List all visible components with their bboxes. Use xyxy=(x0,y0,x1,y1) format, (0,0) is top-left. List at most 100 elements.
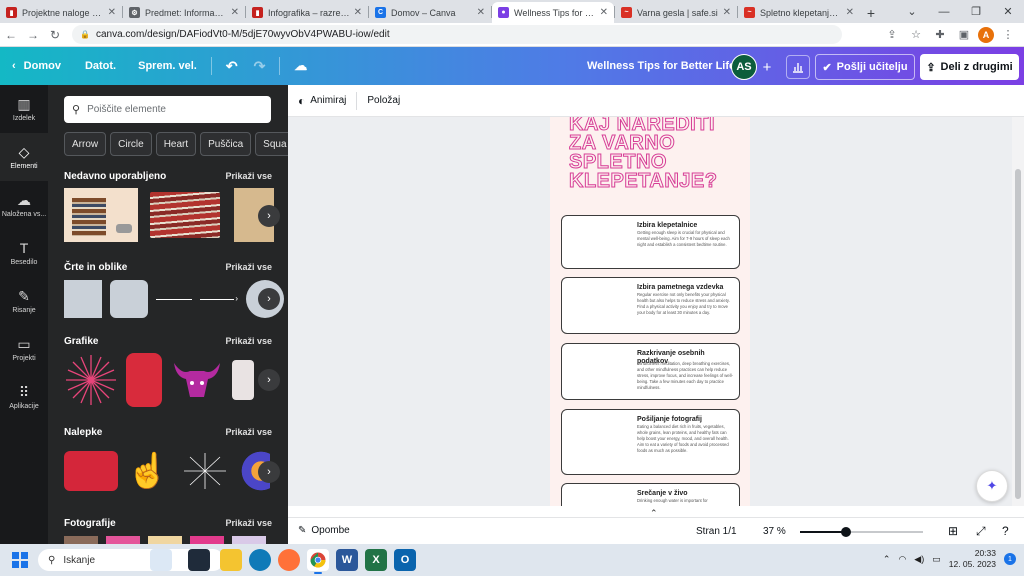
browser-tab[interactable]: C Domov – Canva ✕ xyxy=(369,2,491,23)
maximize-button[interactable]: ❐ xyxy=(960,0,992,23)
side-panel-icon[interactable]: ▣ xyxy=(954,25,974,45)
send-to-teacher-button[interactable]: ✔ Pošlji učitelju xyxy=(815,54,915,80)
suggestion-chip[interactable]: Heart xyxy=(155,132,197,156)
tab-close-icon[interactable]: ✕ xyxy=(723,7,731,18)
file-explorer-icon[interactable] xyxy=(220,549,242,571)
design-title[interactable]: KAJ NAREDITI ZA VARNO SPLETNO KLEPETANJE… xyxy=(569,117,739,192)
soda-can-graphic[interactable] xyxy=(126,353,162,407)
battery-icon[interactable]: ▭ xyxy=(932,554,941,565)
rail-item[interactable]: ◇ Elementi xyxy=(0,133,48,181)
close-window-button[interactable]: ✕ xyxy=(992,0,1024,23)
browser-tab[interactable]: ▮ Infografika – razrednik ✕ xyxy=(246,2,368,23)
volume-icon[interactable]: ◀) xyxy=(914,554,924,565)
books-photo-thumb[interactable] xyxy=(64,188,138,242)
tab-search-icon[interactable]: ⌄ xyxy=(896,0,928,23)
widget-app-icon[interactable] xyxy=(150,549,172,571)
rail-item[interactable]: T Besedilo xyxy=(0,229,48,277)
tip-card[interactable]: Izbira klepetalnice Getting enough sleep … xyxy=(561,215,740,269)
magic-assistant-button[interactable]: ✦ xyxy=(976,470,1008,502)
rounded-square-shape[interactable] xyxy=(110,280,148,318)
home-button[interactable]: ‹ Domov xyxy=(0,47,69,85)
photo-thumb[interactable] xyxy=(64,536,98,544)
collaborator-avatar[interactable]: AS xyxy=(731,54,757,80)
see-all-photos[interactable]: Prikaži vse xyxy=(225,518,272,528)
see-all-shapes[interactable]: Prikaži vse xyxy=(225,262,272,272)
valentines-sticker[interactable] xyxy=(64,451,118,491)
burst-graphic[interactable] xyxy=(64,353,118,407)
firefox-icon[interactable] xyxy=(278,549,300,571)
see-all-stickers[interactable]: Prikaži vse xyxy=(225,427,272,437)
arrow-line-shape[interactable]: › xyxy=(200,294,238,304)
chevron-right-icon[interactable]: › xyxy=(258,288,280,310)
book-stack-thumb[interactable] xyxy=(146,188,226,242)
see-all-recent[interactable]: Prikaži vse xyxy=(225,171,272,181)
extensions-icon[interactable]: ✚ xyxy=(930,25,950,45)
tip-card[interactable]: Razkrivanje osebnih podatkov Mindfulness … xyxy=(561,343,740,400)
photo-thumb[interactable] xyxy=(106,536,140,544)
insights-button[interactable] xyxy=(786,55,810,79)
search-input[interactable]: ⚲ Poiščite elemente xyxy=(64,96,271,123)
rail-item[interactable]: ▭ Projekti xyxy=(0,325,48,373)
zoom-slider[interactable] xyxy=(800,527,923,537)
file-menu-button[interactable]: Datot. xyxy=(77,47,124,85)
suggestion-chip[interactable]: Squa xyxy=(255,132,288,156)
minimize-button[interactable]: — xyxy=(928,0,960,23)
excel-icon[interactable]: X xyxy=(365,549,387,571)
zoom-level[interactable]: 37 % xyxy=(763,526,786,537)
resize-button[interactable]: Sprem. vel. xyxy=(130,47,205,85)
browser-tab[interactable]: ~ Spletno klepetanje | s ✕ xyxy=(738,2,860,23)
browser-tab[interactable]: ⚙ Predmet: Informacijsk ✕ xyxy=(123,2,245,23)
reload-icon[interactable]: ↻ xyxy=(44,24,66,46)
bookmark-star-icon[interactable]: ☆ xyxy=(906,25,926,45)
chevron-right-icon[interactable]: › xyxy=(258,461,280,483)
canvas-scrollbar[interactable] xyxy=(1012,117,1024,506)
undo-button[interactable]: ↶ xyxy=(218,47,246,85)
url-field[interactable]: 🔒 canva.com/design/DAFiodVt0-M/5djE70wyv… xyxy=(72,25,842,44)
chevron-right-icon[interactable]: › xyxy=(258,205,280,227)
chevron-up-icon[interactable]: ⌃ xyxy=(883,554,891,565)
tab-close-icon[interactable]: ✕ xyxy=(108,7,116,18)
browser-menu-icon[interactable]: ⋮ xyxy=(998,25,1018,45)
bull-head-graphic[interactable] xyxy=(170,353,224,407)
help-icon[interactable]: ? xyxy=(1002,524,1009,538)
rail-item[interactable]: ▥ Izdelek xyxy=(0,85,48,133)
photo-thumb[interactable] xyxy=(190,536,224,544)
suggestion-chip[interactable]: Arrow xyxy=(64,132,107,156)
document-title[interactable]: Wellness Tips for Better Life xyxy=(587,47,735,85)
browser-tab[interactable]: ● Wellness Tips for Bette ✕ xyxy=(492,2,614,23)
share-button[interactable]: ⇪ Deli z drugimi xyxy=(920,54,1019,80)
design-page[interactable]: KAJ NAREDITI ZA VARNO SPLETNO KLEPETANJE… xyxy=(550,117,750,506)
forward-icon[interactable]: → xyxy=(22,24,44,46)
rail-item[interactable]: ☁ Naložena vs... xyxy=(0,181,48,229)
chevron-right-icon[interactable]: › xyxy=(258,369,280,391)
tab-close-icon[interactable]: ✕ xyxy=(846,7,854,18)
outlook-icon[interactable]: O xyxy=(394,549,416,571)
browser-tab[interactable]: ▮ Projektne naloge – ra ✕ xyxy=(0,2,122,23)
clock[interactable]: 20:33 12. 05. 2023 xyxy=(949,548,996,570)
grid-view-icon[interactable]: ⊞ xyxy=(948,524,958,538)
square-shape[interactable] xyxy=(64,280,102,318)
line-shape[interactable] xyxy=(156,298,192,300)
task-view-icon[interactable] xyxy=(188,549,210,571)
windows-start-icon[interactable] xyxy=(12,552,28,568)
design-canvas[interactable]: KAJ NAREDITI ZA VARNO SPLETNO KLEPETANJE… xyxy=(288,117,1012,506)
wifi-icon[interactable]: ◠ xyxy=(898,554,906,565)
tip-card[interactable]: Srečanje v živo Drinking enough water is … xyxy=(561,483,740,506)
notification-badge[interactable]: 1 xyxy=(1004,553,1016,565)
tab-close-icon[interactable]: ✕ xyxy=(477,7,485,18)
cloud-save-icon[interactable]: ☁ xyxy=(286,47,315,85)
fullscreen-icon[interactable]: ⤢ xyxy=(976,524,986,539)
profile-avatar[interactable]: A xyxy=(978,26,994,43)
scrollbar-thumb[interactable] xyxy=(1015,169,1021,499)
page-indicator[interactable]: Stran 1/1 xyxy=(696,526,737,537)
new-tab-button[interactable]: + xyxy=(860,2,882,23)
rail-item[interactable]: ✎ Risanje xyxy=(0,277,48,325)
hand-pointer-sticker[interactable]: ☝ xyxy=(126,447,170,495)
position-button[interactable]: Položaj xyxy=(357,95,410,106)
rail-item[interactable]: ⠿ Aplikacije xyxy=(0,373,48,421)
zoom-slider-knob[interactable] xyxy=(840,527,851,537)
cup-graphic[interactable] xyxy=(232,360,254,400)
suggestion-chip[interactable]: Circle xyxy=(110,132,152,156)
sparkle-sticker[interactable] xyxy=(178,447,232,495)
tab-close-icon[interactable]: ✕ xyxy=(231,7,239,18)
